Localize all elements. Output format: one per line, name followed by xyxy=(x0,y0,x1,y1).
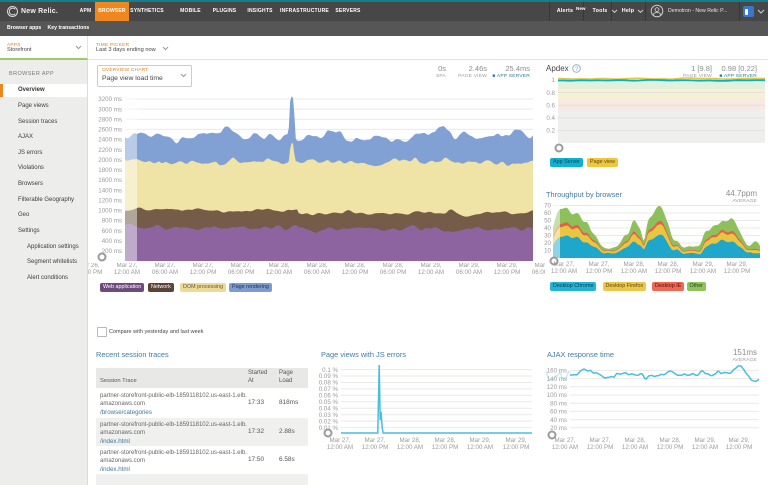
svg-text:3200 ms: 3200 ms xyxy=(98,96,122,103)
svg-text:2000 ms: 2000 ms xyxy=(98,157,122,164)
svg-text:1: 1 xyxy=(552,77,556,84)
svg-text:100 ms: 100 ms xyxy=(547,392,567,399)
svg-text:60 ms: 60 ms xyxy=(550,409,567,416)
svg-text:40: 40 xyxy=(544,225,551,232)
svg-text:2800 ms: 2800 ms xyxy=(98,117,122,124)
svg-text:1200 ms: 1200 ms xyxy=(98,198,122,205)
svg-text:160 ms: 160 ms xyxy=(547,368,567,375)
svg-text:50: 50 xyxy=(544,218,551,225)
svg-text:60: 60 xyxy=(544,210,551,217)
svg-text:2400 ms: 2400 ms xyxy=(98,137,122,144)
svg-text:0.2: 0.2 xyxy=(546,128,555,135)
svg-text:0.6: 0.6 xyxy=(546,102,555,109)
svg-text:800 ms: 800 ms xyxy=(102,218,122,225)
svg-text:120 ms: 120 ms xyxy=(547,384,567,391)
svg-text:400 ms: 400 ms xyxy=(102,238,122,245)
svg-text:3000 ms: 3000 ms xyxy=(98,106,122,113)
svg-text:80 ms: 80 ms xyxy=(550,400,567,407)
svg-text:1800 ms: 1800 ms xyxy=(98,167,122,174)
svg-text:1000 ms: 1000 ms xyxy=(98,208,122,215)
svg-text:70: 70 xyxy=(544,203,551,210)
svg-text:0.8: 0.8 xyxy=(546,90,555,97)
svg-text:0.4: 0.4 xyxy=(546,115,555,122)
svg-text:10: 10 xyxy=(544,248,551,255)
svg-text:2600 ms: 2600 ms xyxy=(98,127,122,134)
svg-text:20: 20 xyxy=(544,240,551,247)
svg-text:40 ms: 40 ms xyxy=(550,417,567,424)
svg-text:600 ms: 600 ms xyxy=(102,228,122,235)
svg-text:140 ms: 140 ms xyxy=(547,376,567,383)
svg-text:30: 30 xyxy=(544,233,551,240)
svg-text:2200 ms: 2200 ms xyxy=(98,147,122,154)
svg-text:1600 ms: 1600 ms xyxy=(98,177,122,184)
svg-text:1400 ms: 1400 ms xyxy=(98,187,122,194)
